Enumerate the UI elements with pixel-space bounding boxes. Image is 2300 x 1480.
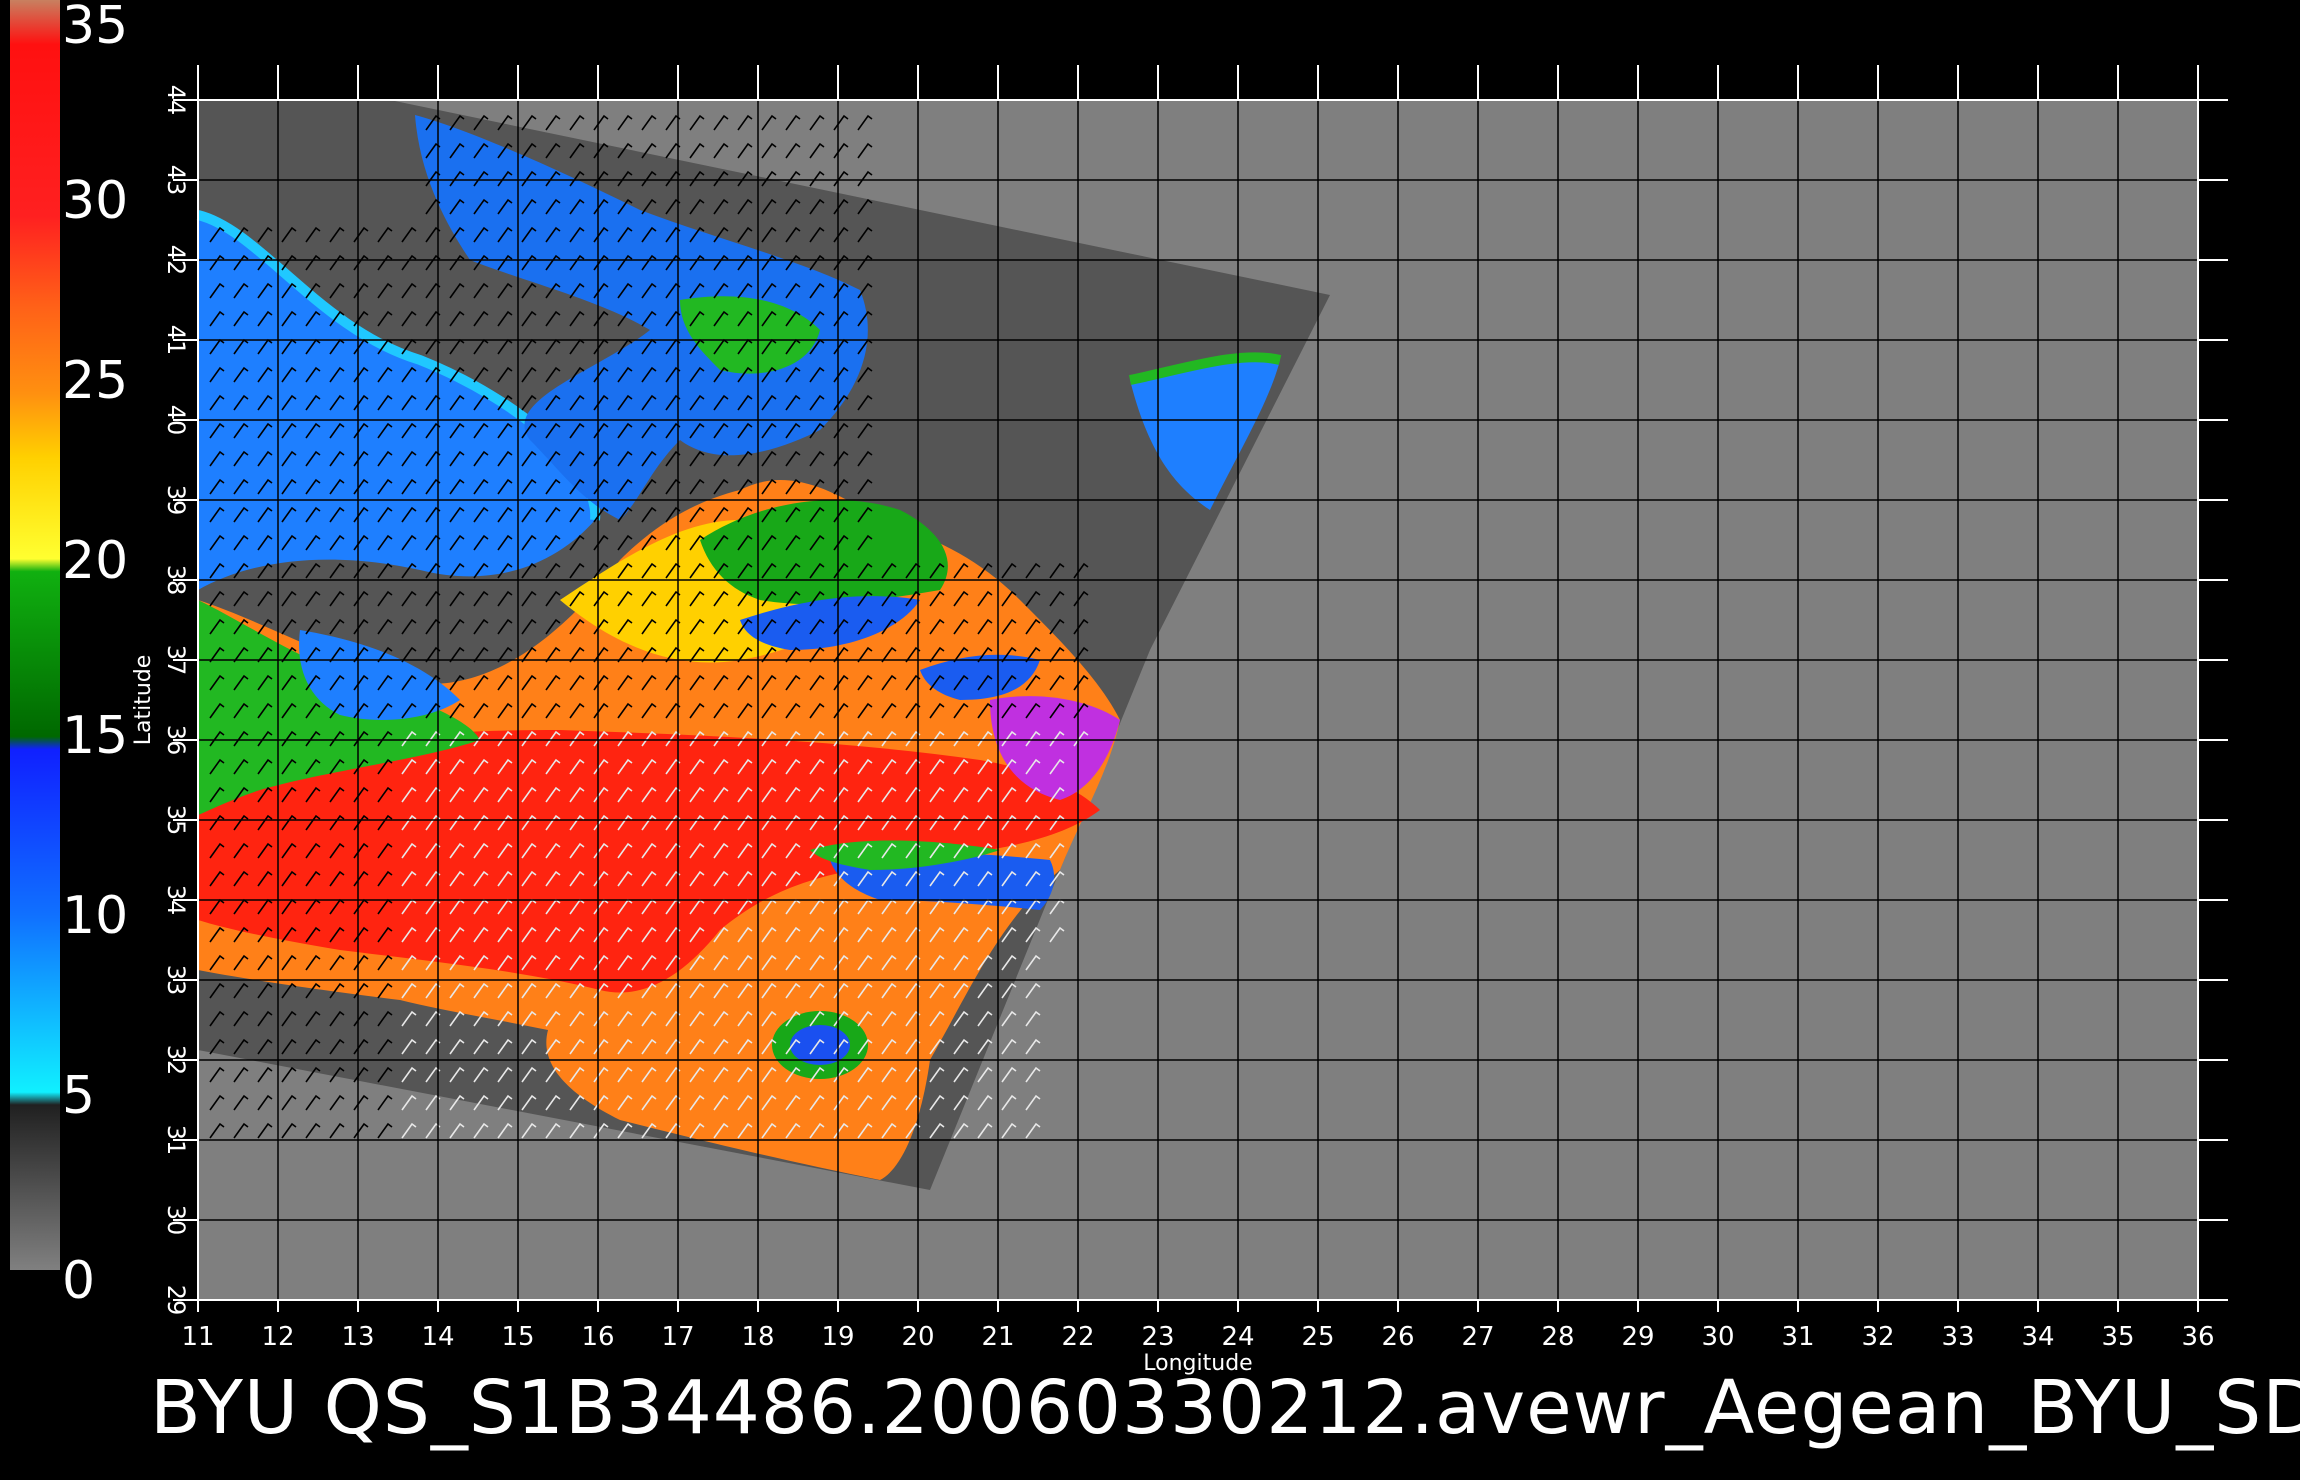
lon-tick-label: 11 [181, 1322, 214, 1352]
lat-tick-label: 38 [162, 565, 190, 596]
lon-tick-label: 36 [2181, 1322, 2214, 1352]
lon-tick-label: 29 [1621, 1322, 1654, 1352]
lon-tick-label: 35 [2101, 1322, 2134, 1352]
lat-tick-label: 34 [162, 885, 190, 916]
lon-tick-label: 24 [1221, 1322, 1254, 1352]
lon-tick-label: 22 [1061, 1322, 1094, 1352]
wind-map: 11 12 13 14 15 16 17 18 19 20 21 22 23 24 25 26 27 28 29 30… [131, 65, 2228, 1376]
lat-tick-label: 43 [162, 165, 190, 196]
longitude-tick-labels: 11 12 13 14 15 16 17 18 19 20 21 22 23 24 25 26 27 28 29 30… [181, 1322, 2214, 1352]
lon-tick-label: 33 [1941, 1322, 1974, 1352]
lon-tick-label: 30 [1701, 1322, 1734, 1352]
lon-tick-label: 32 [1861, 1322, 1894, 1352]
lon-tick-label: 18 [741, 1322, 774, 1352]
lon-tick-label: 34 [2021, 1322, 2054, 1352]
lat-tick-label: 41 [162, 325, 190, 356]
lon-tick-label: 13 [341, 1322, 374, 1352]
lat-tick-label: 36 [162, 725, 190, 756]
lon-tick-label: 28 [1541, 1322, 1574, 1352]
lon-tick-label: 23 [1141, 1322, 1174, 1352]
lat-tick-label: 39 [162, 485, 190, 516]
lon-tick-label: 21 [981, 1322, 1014, 1352]
figure-title: BYU QS_S1B34486.20060330212.avewr_Aegean… [150, 1365, 2300, 1451]
lon-tick-label: 15 [501, 1322, 534, 1352]
lon-tick-label: 26 [1381, 1322, 1414, 1352]
lon-tick-label: 17 [661, 1322, 694, 1352]
lon-tick-label: 25 [1301, 1322, 1334, 1352]
lon-tick-label: 20 [901, 1322, 934, 1352]
lat-tick-label: 29 [162, 1285, 190, 1316]
lon-tick-label: 19 [821, 1322, 854, 1352]
lon-tick-label: 16 [581, 1322, 614, 1352]
lat-tick-label: 31 [162, 1125, 190, 1156]
lon-tick-label: 14 [421, 1322, 454, 1352]
latitude-tick-labels: 29 30 31 32 33 34 35 36 37 38 39 40 41 42 43 44 [162, 85, 190, 1316]
lat-tick-label: 40 [162, 405, 190, 436]
lon-tick-label: 27 [1461, 1322, 1494, 1352]
lat-tick-label: 42 [162, 245, 190, 276]
lon-tick-label: 31 [1781, 1322, 1814, 1352]
lat-tick-label: 44 [162, 85, 190, 116]
lon-tick-label: 12 [261, 1322, 294, 1352]
y-axis-label: Latitude [131, 655, 156, 746]
lat-tick-label: 30 [162, 1205, 190, 1236]
lat-tick-label: 37 [162, 645, 190, 676]
lat-tick-label: 35 [162, 805, 190, 836]
lat-tick-label: 32 [162, 1045, 190, 1076]
lat-tick-label: 33 [162, 965, 190, 996]
